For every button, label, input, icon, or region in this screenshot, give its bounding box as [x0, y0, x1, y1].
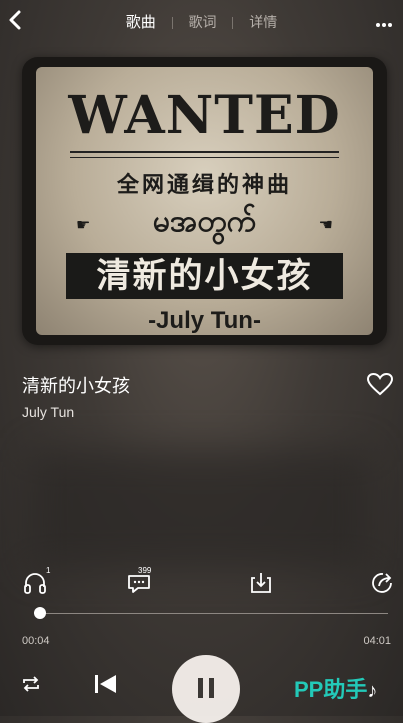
pointing-hand-right-icon: ☚	[318, 217, 333, 234]
current-time: 00:04	[22, 635, 50, 647]
tab-lyrics[interactable]: 歌词	[177, 12, 229, 32]
tab-song[interactable]: 歌曲	[114, 11, 168, 32]
poster-rule	[70, 157, 339, 158]
repeat-icon[interactable]	[20, 674, 42, 694]
tab-details[interactable]: 详情	[237, 12, 289, 32]
download-icon[interactable]	[248, 570, 274, 596]
tab-divider	[232, 17, 234, 30]
previous-track-icon[interactable]	[92, 672, 118, 696]
poster-paper: WANTED 全网通缉的神曲 ☛ မအတွက် ☚ 清新的小女孩 -July T…	[36, 67, 373, 335]
share-icon[interactable]	[370, 570, 396, 596]
song-artist[interactable]: July Tun	[22, 404, 74, 420]
tab-bar: 歌曲 歌词 详情	[0, 11, 403, 32]
progress-track[interactable]	[34, 613, 388, 614]
pp-assistant-watermark: PP助手♪	[294, 672, 377, 704]
music-note-icon: ♪	[367, 680, 378, 702]
more-options-icon[interactable]	[375, 14, 395, 27]
album-cover: WANTED 全网通缉的神曲 ☛ မအတွက် ☚ 清新的小女孩 -July T…	[22, 57, 387, 345]
progress-thumb[interactable]	[34, 607, 47, 619]
song-title: 清新的小女孩	[22, 376, 130, 396]
comment-count-badge: 399	[138, 566, 152, 575]
listen-count-badge: 1	[46, 566, 51, 575]
pause-icon	[198, 678, 203, 698]
poster-headline: WANTED	[68, 85, 341, 146]
poster-banner: 清新的小女孩	[66, 253, 343, 299]
watermark-text: 助手	[323, 677, 368, 702]
poster-subtitle: 全网通缉的神曲	[116, 172, 292, 197]
poster-artist: -July Tun-	[148, 307, 261, 334]
total-time: 04:01	[363, 635, 391, 647]
headphones-icon[interactable]	[22, 570, 48, 596]
heart-icon[interactable]	[366, 372, 394, 396]
pause-icon	[209, 678, 214, 698]
tab-divider	[171, 17, 173, 30]
poster-rule	[70, 151, 339, 153]
watermark-prefix: PP	[294, 677, 324, 702]
top-bar: 歌曲 歌词 详情	[0, 0, 403, 40]
blurred-background	[30, 450, 370, 570]
pause-button[interactable]	[172, 655, 240, 723]
